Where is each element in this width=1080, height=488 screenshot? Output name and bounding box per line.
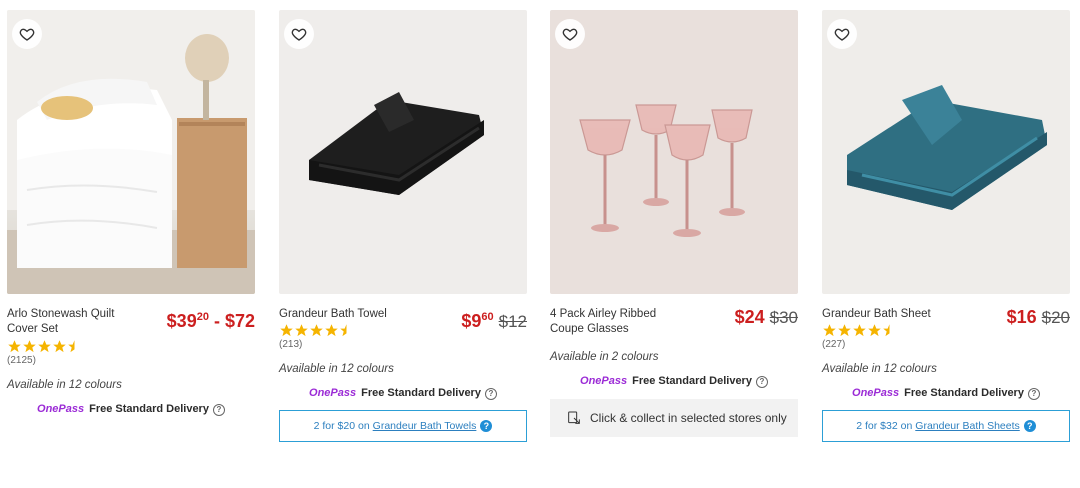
- star-half-icon: [68, 340, 75, 353]
- rating-stars: [7, 339, 255, 355]
- was-price: $20: [1041, 308, 1070, 327]
- heart-outline-icon: [834, 28, 850, 41]
- availability-text: Available in 12 colours: [7, 379, 122, 391]
- product-name[interactable]: Grandeur Bath Towel: [279, 307, 419, 322]
- click-collect-banner: Click & collect in selected stores only: [550, 399, 798, 437]
- star-icon: [53, 340, 66, 353]
- heart-outline-icon: [19, 28, 35, 41]
- rating-count: (227): [822, 339, 846, 350]
- heart-outline-icon: [291, 28, 307, 41]
- product-price: $3920 - $72: [166, 311, 255, 331]
- product-card[interactable]: Grandeur Bath Towel $960 $12 (213) Availa…: [279, 10, 527, 442]
- promo-link[interactable]: Grandeur Bath Towels: [373, 420, 477, 432]
- star-icon: [23, 340, 36, 353]
- product-image[interactable]: [550, 10, 798, 294]
- promo-banner[interactable]: 2 for $32 on Grandeur Bath Sheets?: [822, 410, 1070, 442]
- availability-text: Available in 12 colours: [822, 363, 937, 375]
- onepass-delivery: OnePass Free Standard Delivery?: [550, 375, 798, 388]
- product-name[interactable]: 4 Pack Airley Ribbed Coupe Glasses: [550, 307, 690, 337]
- delivery-text: Free Standard Delivery: [632, 375, 752, 387]
- product-name[interactable]: Arlo Stonewash Quilt Cover Set: [7, 307, 147, 337]
- product-card[interactable]: 4 Pack Airley Ribbed Coupe Glasses $24 $3…: [550, 10, 798, 437]
- product-image[interactable]: [279, 10, 527, 294]
- onepass-logo: OnePass: [309, 387, 357, 399]
- click-collect-text: Click & collect in selected stores only: [590, 411, 787, 425]
- promo-text: 2 for $20 on: [313, 420, 370, 432]
- favourite-button[interactable]: [12, 19, 42, 49]
- product-card[interactable]: Grandeur Bath Sheet $16 $20 (227) Availab…: [822, 10, 1070, 442]
- star-icon: [38, 340, 51, 353]
- info-filled-icon[interactable]: ?: [480, 420, 493, 432]
- favourite-button[interactable]: [827, 19, 857, 49]
- availability-text: Available in 12 colours: [279, 363, 394, 375]
- favourite-button[interactable]: [284, 19, 314, 49]
- question-circle-icon[interactable]: ?: [755, 376, 768, 388]
- question-circle-icon[interactable]: ?: [1027, 388, 1040, 400]
- question-circle-icon[interactable]: ?: [212, 404, 225, 416]
- promo-banner[interactable]: 2 for $20 on Grandeur Bath Towels?: [279, 410, 527, 442]
- rating-count: (2125): [7, 355, 36, 366]
- product-price: $16 $20: [1006, 307, 1070, 327]
- delivery-text: Free Standard Delivery: [361, 387, 481, 399]
- heart-outline-icon: [562, 28, 578, 41]
- question-circle-icon[interactable]: ?: [484, 388, 497, 400]
- product-price: $960 $12: [461, 311, 527, 331]
- was-price: $12: [498, 312, 527, 331]
- onepass-delivery: OnePass Free Standard Delivery?: [7, 403, 255, 416]
- delivery-text: Free Standard Delivery: [89, 403, 209, 415]
- was-price: $30: [769, 308, 798, 327]
- onepass-logo: OnePass: [37, 403, 85, 415]
- promo-text: 2 for $32 on: [856, 420, 913, 432]
- favourite-button[interactable]: [555, 19, 585, 49]
- star-icon: [8, 340, 21, 353]
- product-price: $24 $30: [734, 307, 798, 327]
- availability-text: Available in 2 colours: [550, 351, 659, 363]
- promo-link[interactable]: Grandeur Bath Sheets: [915, 420, 1019, 432]
- product-name[interactable]: Grandeur Bath Sheet: [822, 307, 962, 322]
- onepass-logo: OnePass: [852, 387, 900, 399]
- onepass-logo: OnePass: [580, 375, 628, 387]
- click-collect-icon: [568, 411, 580, 424]
- delivery-text: Free Standard Delivery: [904, 387, 1024, 399]
- rating-count: (213): [279, 339, 303, 350]
- product-card[interactable]: Arlo Stonewash Quilt Cover Set $3920 - $…: [7, 10, 255, 416]
- product-image[interactable]: [7, 10, 255, 294]
- info-filled-icon[interactable]: ?: [1023, 420, 1036, 432]
- onepass-delivery: OnePass Free Standard Delivery?: [822, 387, 1070, 400]
- product-image[interactable]: [822, 10, 1070, 294]
- onepass-delivery: OnePass Free Standard Delivery?: [279, 387, 527, 400]
